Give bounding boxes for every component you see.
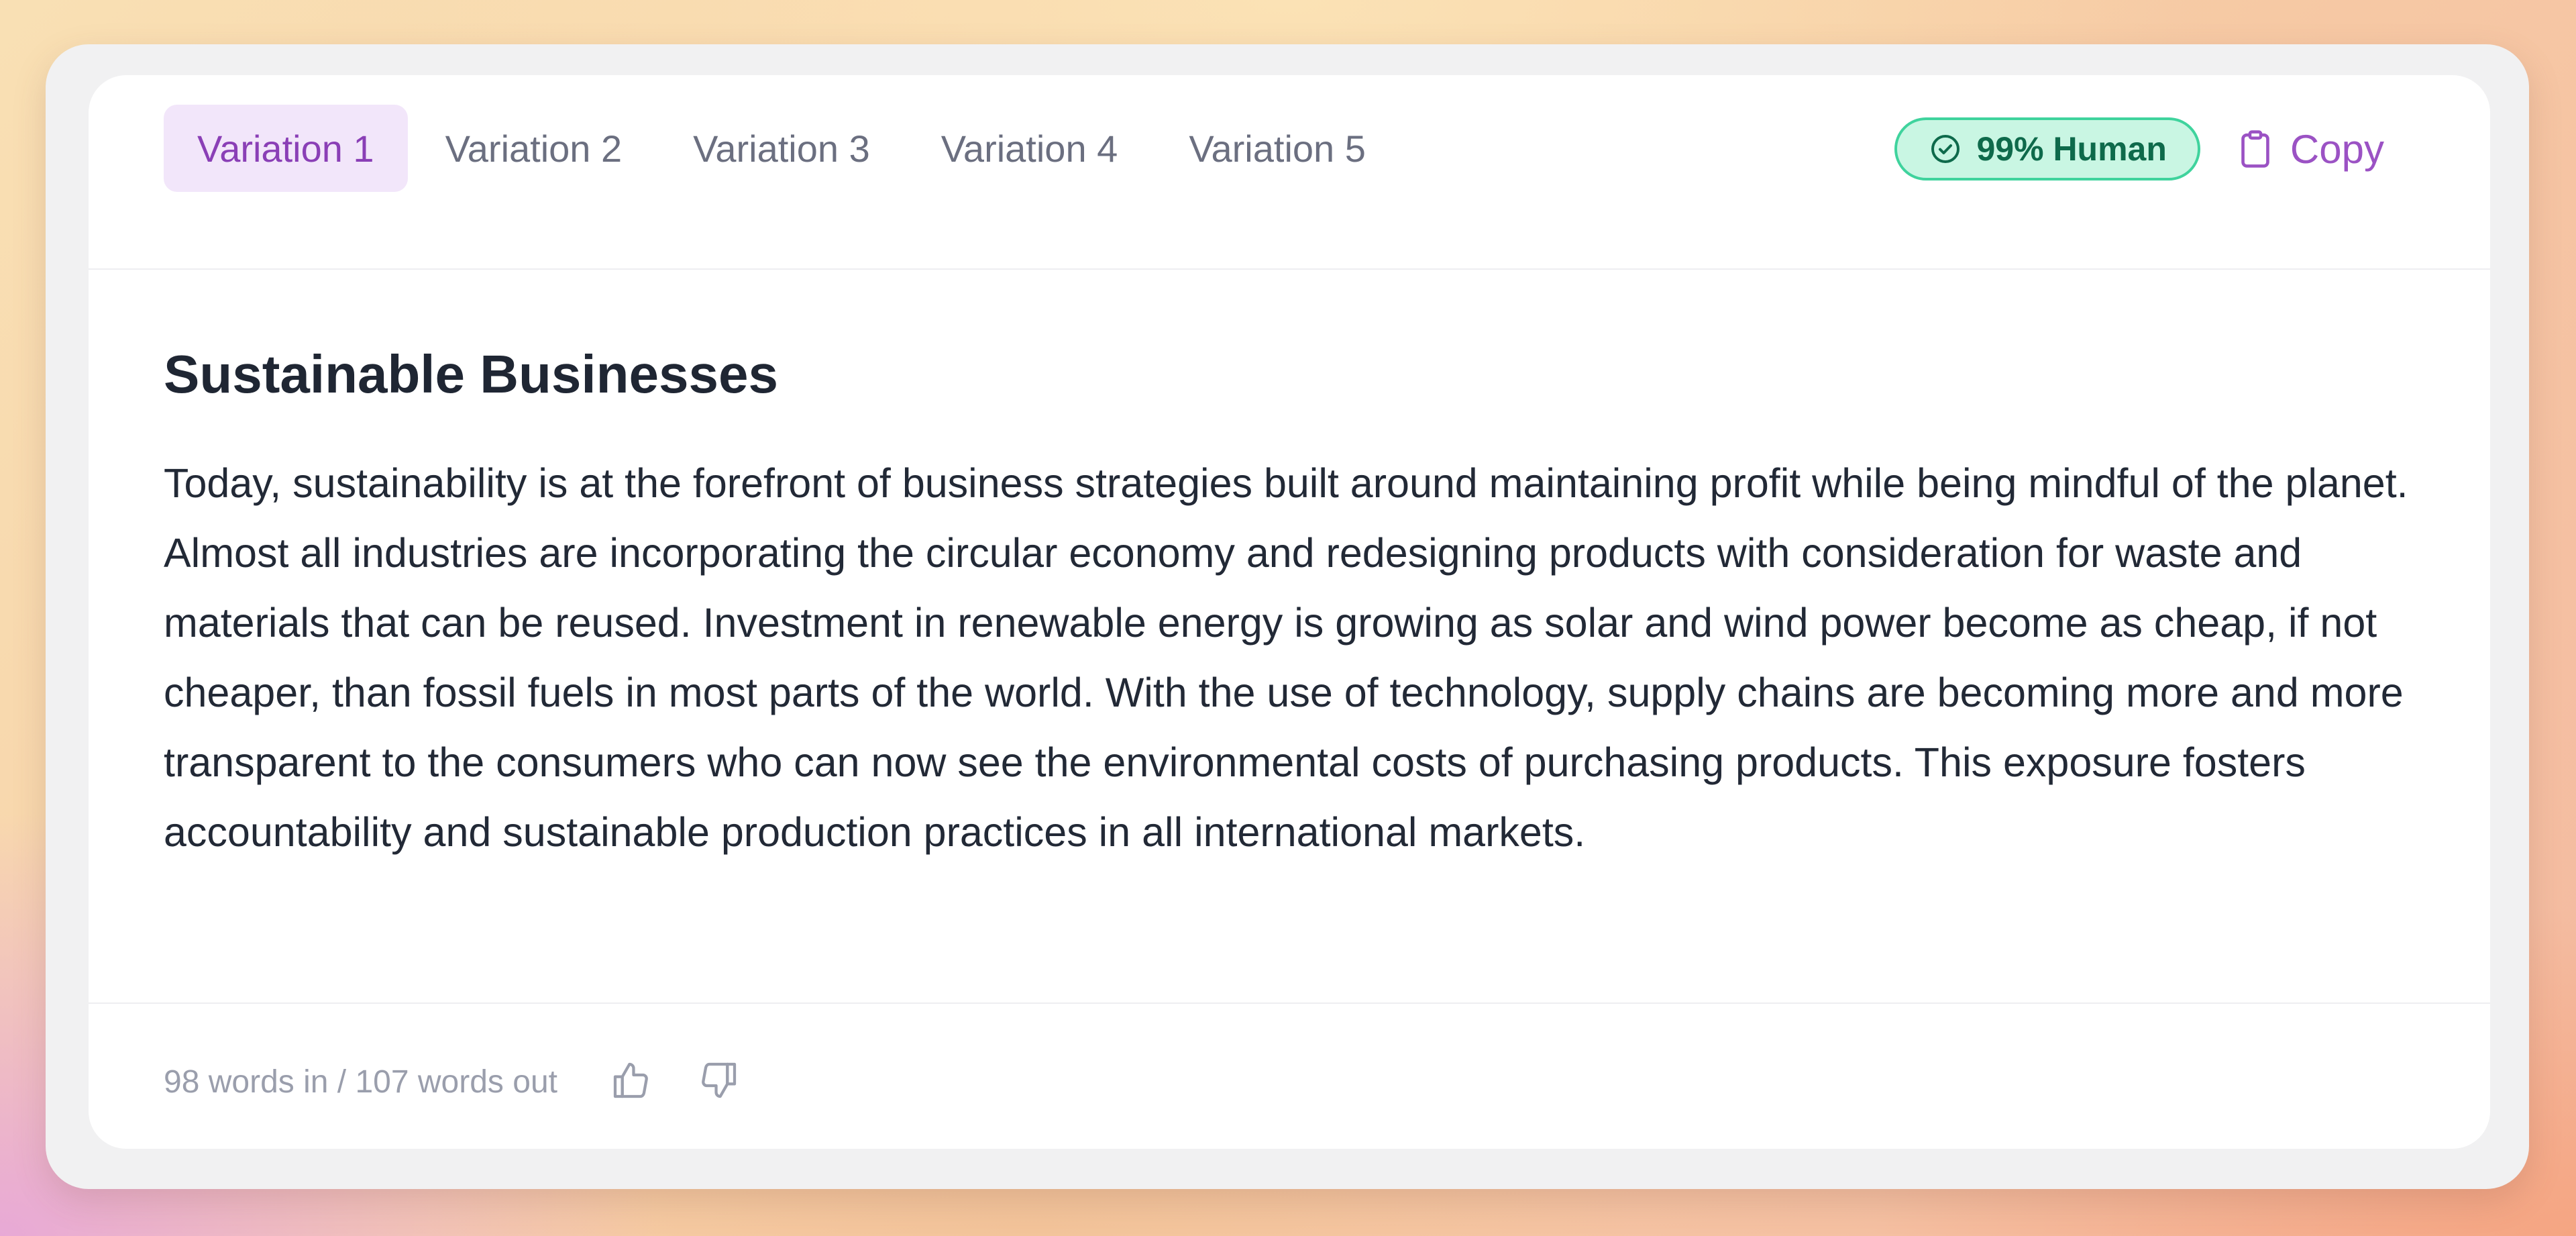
human-score-badge: 99% Human — [1894, 117, 2200, 181]
copy-button[interactable]: Copy — [2237, 126, 2384, 172]
thumbs-down-button[interactable] — [692, 1055, 745, 1109]
tab-variation-3[interactable]: Variation 3 — [659, 105, 904, 192]
result-card-frame: Variation 1 Variation 2 Variation 3 Vari… — [46, 44, 2529, 1189]
toolbar-actions: 99% Human Copy — [1894, 117, 2384, 181]
tab-variation-4[interactable]: Variation 4 — [908, 105, 1152, 192]
article-title: Sustainable Businesses — [164, 344, 778, 404]
copy-label: Copy — [2290, 126, 2384, 172]
clipboard-icon — [2237, 129, 2274, 169]
thumbs-down-icon — [697, 1059, 740, 1105]
thumbs-up-button[interactable] — [604, 1055, 658, 1109]
tab-variation-1[interactable]: Variation 1 — [164, 105, 408, 192]
human-score-label: 99% Human — [1976, 130, 2167, 168]
variation-tabs: Variation 1 Variation 2 Variation 3 Vari… — [164, 105, 1399, 192]
tab-variation-5[interactable]: Variation 5 — [1155, 105, 1399, 192]
result-card: Variation 1 Variation 2 Variation 3 Vari… — [89, 75, 2490, 1149]
variation-toolbar: Variation 1 Variation 2 Variation 3 Vari… — [89, 75, 2490, 270]
check-circle-icon — [1929, 133, 1962, 165]
thumbs-up-icon — [610, 1059, 653, 1105]
tab-variation-2[interactable]: Variation 2 — [412, 105, 656, 192]
word-count: 98 words in / 107 words out — [164, 1064, 557, 1100]
result-footer: 98 words in / 107 words out — [89, 1002, 2490, 1149]
footer-row: 98 words in / 107 words out — [164, 1055, 779, 1109]
article-content: Sustainable Businesses Today, sustainabi… — [164, 342, 2465, 867]
article-body: Today, sustainability is at the forefron… — [164, 460, 2408, 855]
